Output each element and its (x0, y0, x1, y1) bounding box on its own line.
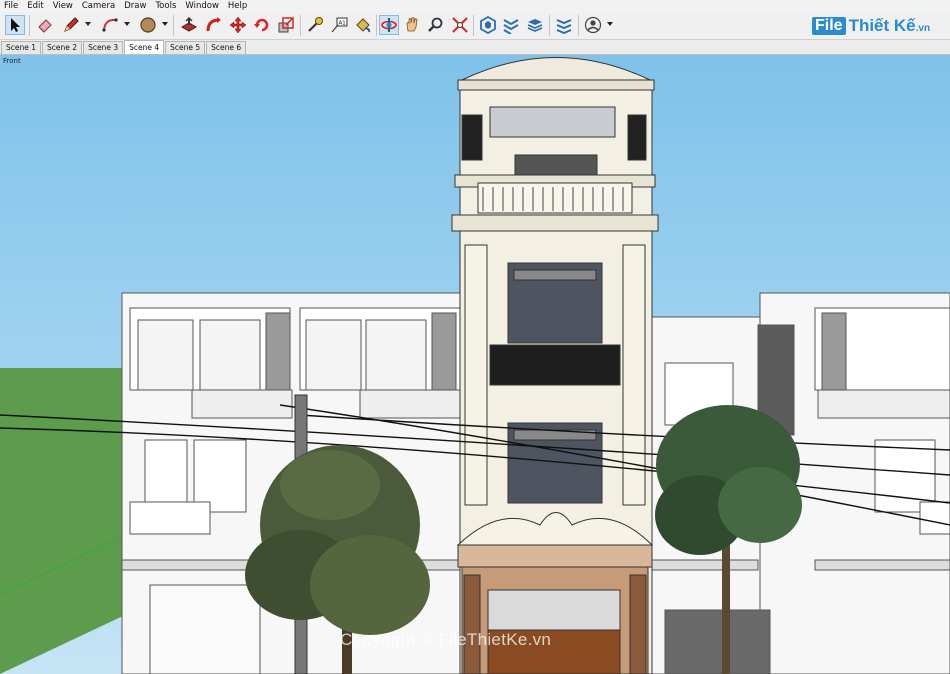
menu-bar: File Edit View Camera Draw Tools Window … (0, 0, 950, 12)
eraser-icon (38, 19, 52, 33)
toolbar-separator (173, 15, 174, 36)
menu-draw[interactable]: Draw (120, 0, 151, 12)
tab-scene-6[interactable]: Scene 6 (206, 41, 247, 54)
pan-tool-button[interactable] (402, 15, 422, 35)
paint-bucket-icon (356, 18, 371, 33)
follow-me-icon (206, 17, 221, 32)
menu-file[interactable]: File (0, 0, 23, 12)
arrow-icon (11, 18, 20, 32)
zoom-extents-icon (452, 17, 468, 33)
eraser-tool-button[interactable] (35, 15, 55, 35)
logo-box: File (812, 17, 846, 35)
ground-plane (0, 368, 125, 674)
tab-scene-4[interactable]: Scene 4 (124, 40, 165, 54)
zoom-icon (428, 17, 443, 32)
orbit-tool-button[interactable] (379, 15, 399, 35)
tab-scene-2[interactable]: Scene 2 (42, 41, 83, 54)
toolbar-separator (300, 15, 301, 36)
zoom-tool-button[interactable] (426, 15, 446, 35)
tab-scene-5[interactable]: Scene 5 (165, 41, 206, 54)
menu-tools[interactable]: Tools (151, 0, 181, 12)
move-icon (229, 16, 247, 34)
townhouse-facade (451, 57, 659, 674)
extensions-icon (503, 19, 519, 34)
text-icon: A1 (331, 17, 348, 33)
scale-tool-button[interactable] (276, 15, 296, 35)
menu-view[interactable]: View (49, 0, 78, 12)
line-tool-button[interactable] (61, 15, 81, 35)
follow-me-tool-button[interactable] (204, 15, 224, 35)
extensions-button[interactable] (501, 15, 521, 35)
tape-measure-icon (308, 17, 323, 32)
warehouse-icon (480, 16, 496, 34)
svg-text:A1: A1 (339, 21, 346, 27)
toolbar-separator (376, 15, 377, 36)
main-toolbar: A1 (0, 12, 950, 40)
layers-icon (527, 19, 543, 32)
shapes-dropdown-caret[interactable] (162, 22, 168, 26)
scene-tabs: Scene 1 Scene 2 Scene 3 Scene 4 Scene 5 … (0, 40, 950, 55)
toolbar-separator (578, 15, 579, 36)
toolbar-separator (29, 15, 30, 36)
account-button[interactable] (583, 15, 603, 35)
toolbar-separator (549, 15, 550, 36)
line-dropdown-caret[interactable] (85, 22, 91, 26)
circle-icon (140, 17, 156, 33)
model-scene (0, 57, 950, 674)
push-pull-tool-button[interactable] (179, 15, 199, 35)
user-icon (584, 16, 602, 34)
menu-edit[interactable]: Edit (23, 0, 48, 12)
styles-icon (556, 19, 572, 34)
warehouse-button[interactable] (478, 15, 498, 35)
push-pull-icon (180, 16, 198, 32)
tape-measure-tool-button[interactable] (305, 15, 325, 35)
copyright-watermark: Copyright © FileThietKe.vn (340, 630, 552, 649)
arc-tool-button[interactable] (100, 15, 120, 35)
tab-scene-1[interactable]: Scene 1 (1, 41, 42, 54)
styles-button[interactable] (554, 15, 574, 35)
logo-text: Thiết Kế (848, 16, 916, 35)
model-viewport[interactable]: Front Copyright © FileThietKe.vn (0, 55, 950, 674)
pencil-icon (64, 17, 79, 32)
rotate-tool-button[interactable] (252, 15, 272, 35)
paint-bucket-tool-button[interactable] (353, 15, 373, 35)
view-label: Front (3, 57, 21, 65)
tab-scene-3[interactable]: Scene 3 (83, 41, 124, 54)
menu-window[interactable]: Window (181, 0, 224, 12)
rotate-icon (254, 18, 269, 32)
hand-icon (406, 17, 418, 32)
scale-icon (278, 17, 294, 33)
arc-dropdown-caret[interactable] (124, 22, 130, 26)
orbit-icon (381, 18, 397, 32)
toolbar-separator (473, 15, 474, 36)
text-tool-button[interactable]: A1 (329, 15, 349, 35)
menu-camera[interactable]: Camera (78, 0, 120, 12)
menu-help[interactable]: Help (224, 0, 252, 12)
select-tool-button[interactable] (5, 15, 25, 35)
layers-button[interactable] (525, 15, 545, 35)
logo-domain: .vn (915, 22, 931, 34)
brand-logo: File Thiết Kế .vn (812, 14, 930, 38)
shapes-tool-button[interactable] (138, 15, 158, 35)
arc-icon (102, 18, 118, 32)
zoom-extents-tool-button[interactable] (450, 15, 470, 35)
account-dropdown-caret[interactable] (607, 22, 613, 26)
move-tool-button[interactable] (228, 15, 248, 35)
